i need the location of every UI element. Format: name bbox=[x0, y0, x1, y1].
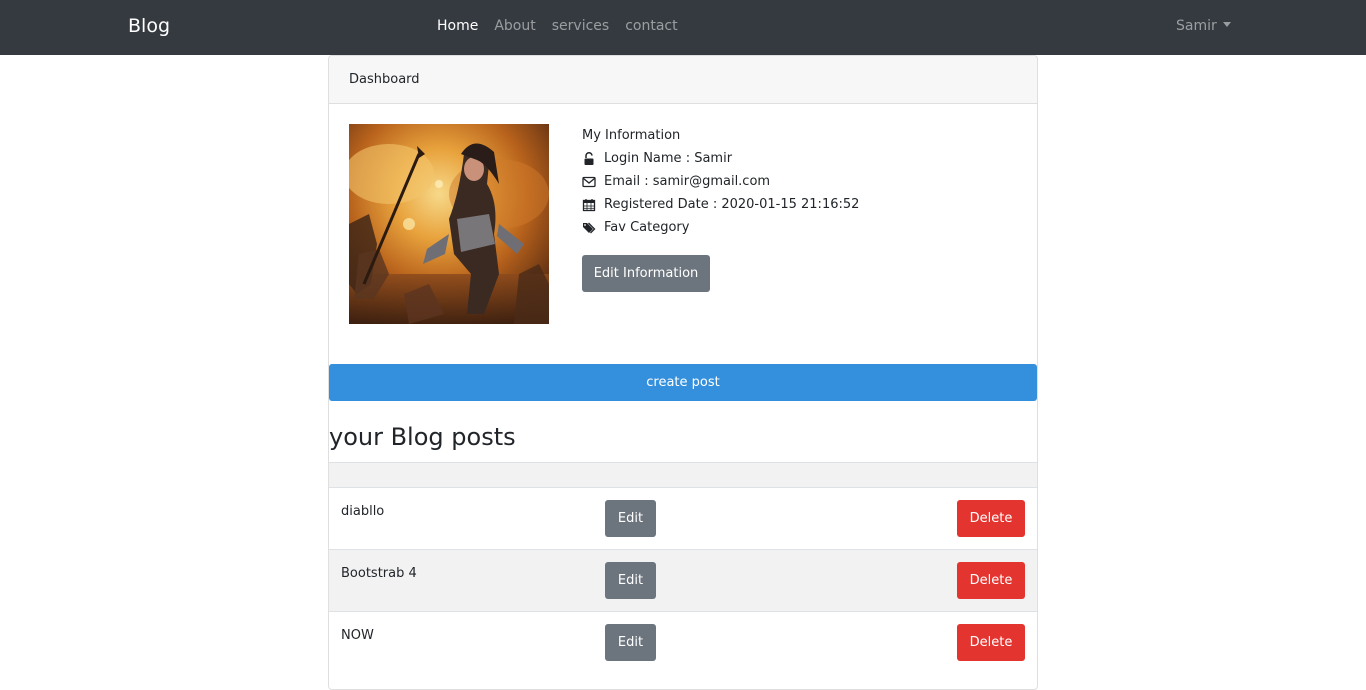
posts-table: diabllo Edit Delete Bootstrab 4 Edit Del… bbox=[329, 462, 1037, 674]
card-title: Dashboard bbox=[349, 72, 420, 87]
login-name-row: Login Name : Samir bbox=[582, 150, 859, 173]
post-title: NOW bbox=[341, 628, 374, 643]
user-name: Samir bbox=[1176, 18, 1217, 34]
login-name: Login Name : Samir bbox=[604, 151, 733, 166]
calendar-icon bbox=[582, 198, 596, 212]
edit-post-button[interactable]: Edit bbox=[605, 562, 656, 599]
registered-row: Registered Date : 2020-01-15 21:16:52 bbox=[582, 196, 859, 219]
profile-image bbox=[349, 124, 549, 324]
post-title: Bootstrab 4 bbox=[341, 566, 417, 581]
card-header: Dashboard bbox=[329, 56, 1037, 104]
registered-date: Registered Date : 2020-01-15 21:16:52 bbox=[604, 197, 860, 212]
info-title-row: My Information bbox=[582, 127, 859, 150]
user-dropdown[interactable]: Samir bbox=[1176, 18, 1231, 34]
table-row: NOW Edit Delete bbox=[329, 612, 1037, 674]
delete-post-button[interactable]: Delete bbox=[957, 562, 1025, 599]
nav-link-services[interactable]: services bbox=[552, 18, 609, 34]
envelope-icon bbox=[582, 175, 596, 189]
brand-link[interactable]: Blog bbox=[128, 15, 170, 37]
delete-post-button[interactable]: Delete bbox=[957, 500, 1025, 537]
email-row: Email : samir@gmail.com bbox=[582, 173, 859, 196]
unlock-icon bbox=[582, 152, 596, 166]
nav-link-about[interactable]: About bbox=[494, 18, 535, 34]
post-title: diabllo bbox=[341, 504, 385, 519]
nav-link-home[interactable]: Home bbox=[437, 18, 478, 34]
tags-icon bbox=[582, 221, 596, 235]
nav-links: Home About services contact bbox=[437, 18, 678, 34]
create-post-button[interactable]: create post bbox=[329, 364, 1037, 401]
edit-information-button[interactable]: Edit Information bbox=[582, 255, 710, 292]
table-row: Bootstrab 4 Edit Delete bbox=[329, 550, 1037, 612]
table-row: diabllo Edit Delete bbox=[329, 488, 1037, 550]
posts-heading: your Blog posts bbox=[329, 423, 516, 451]
email: Email : samir@gmail.com bbox=[604, 174, 771, 189]
edit-post-button[interactable]: Edit bbox=[605, 500, 656, 537]
fav-category: Fav Category bbox=[604, 220, 690, 235]
top-navbar: Blog Home About services contact Samir bbox=[0, 0, 1366, 55]
table-header bbox=[329, 462, 1037, 488]
info-title: My Information bbox=[582, 128, 681, 143]
delete-post-button[interactable]: Delete bbox=[957, 624, 1025, 661]
dashboard-card: Dashboard My Information Login Name: Sa… bbox=[328, 55, 1038, 690]
nav-link-contact[interactable]: contact bbox=[625, 18, 677, 34]
edit-post-button[interactable]: Edit bbox=[605, 624, 656, 661]
caret-down-icon bbox=[1222, 22, 1231, 27]
fav-category-row: Fav Category bbox=[582, 219, 859, 242]
user-info: My Information Login Name : Samir Email … bbox=[582, 127, 859, 242]
